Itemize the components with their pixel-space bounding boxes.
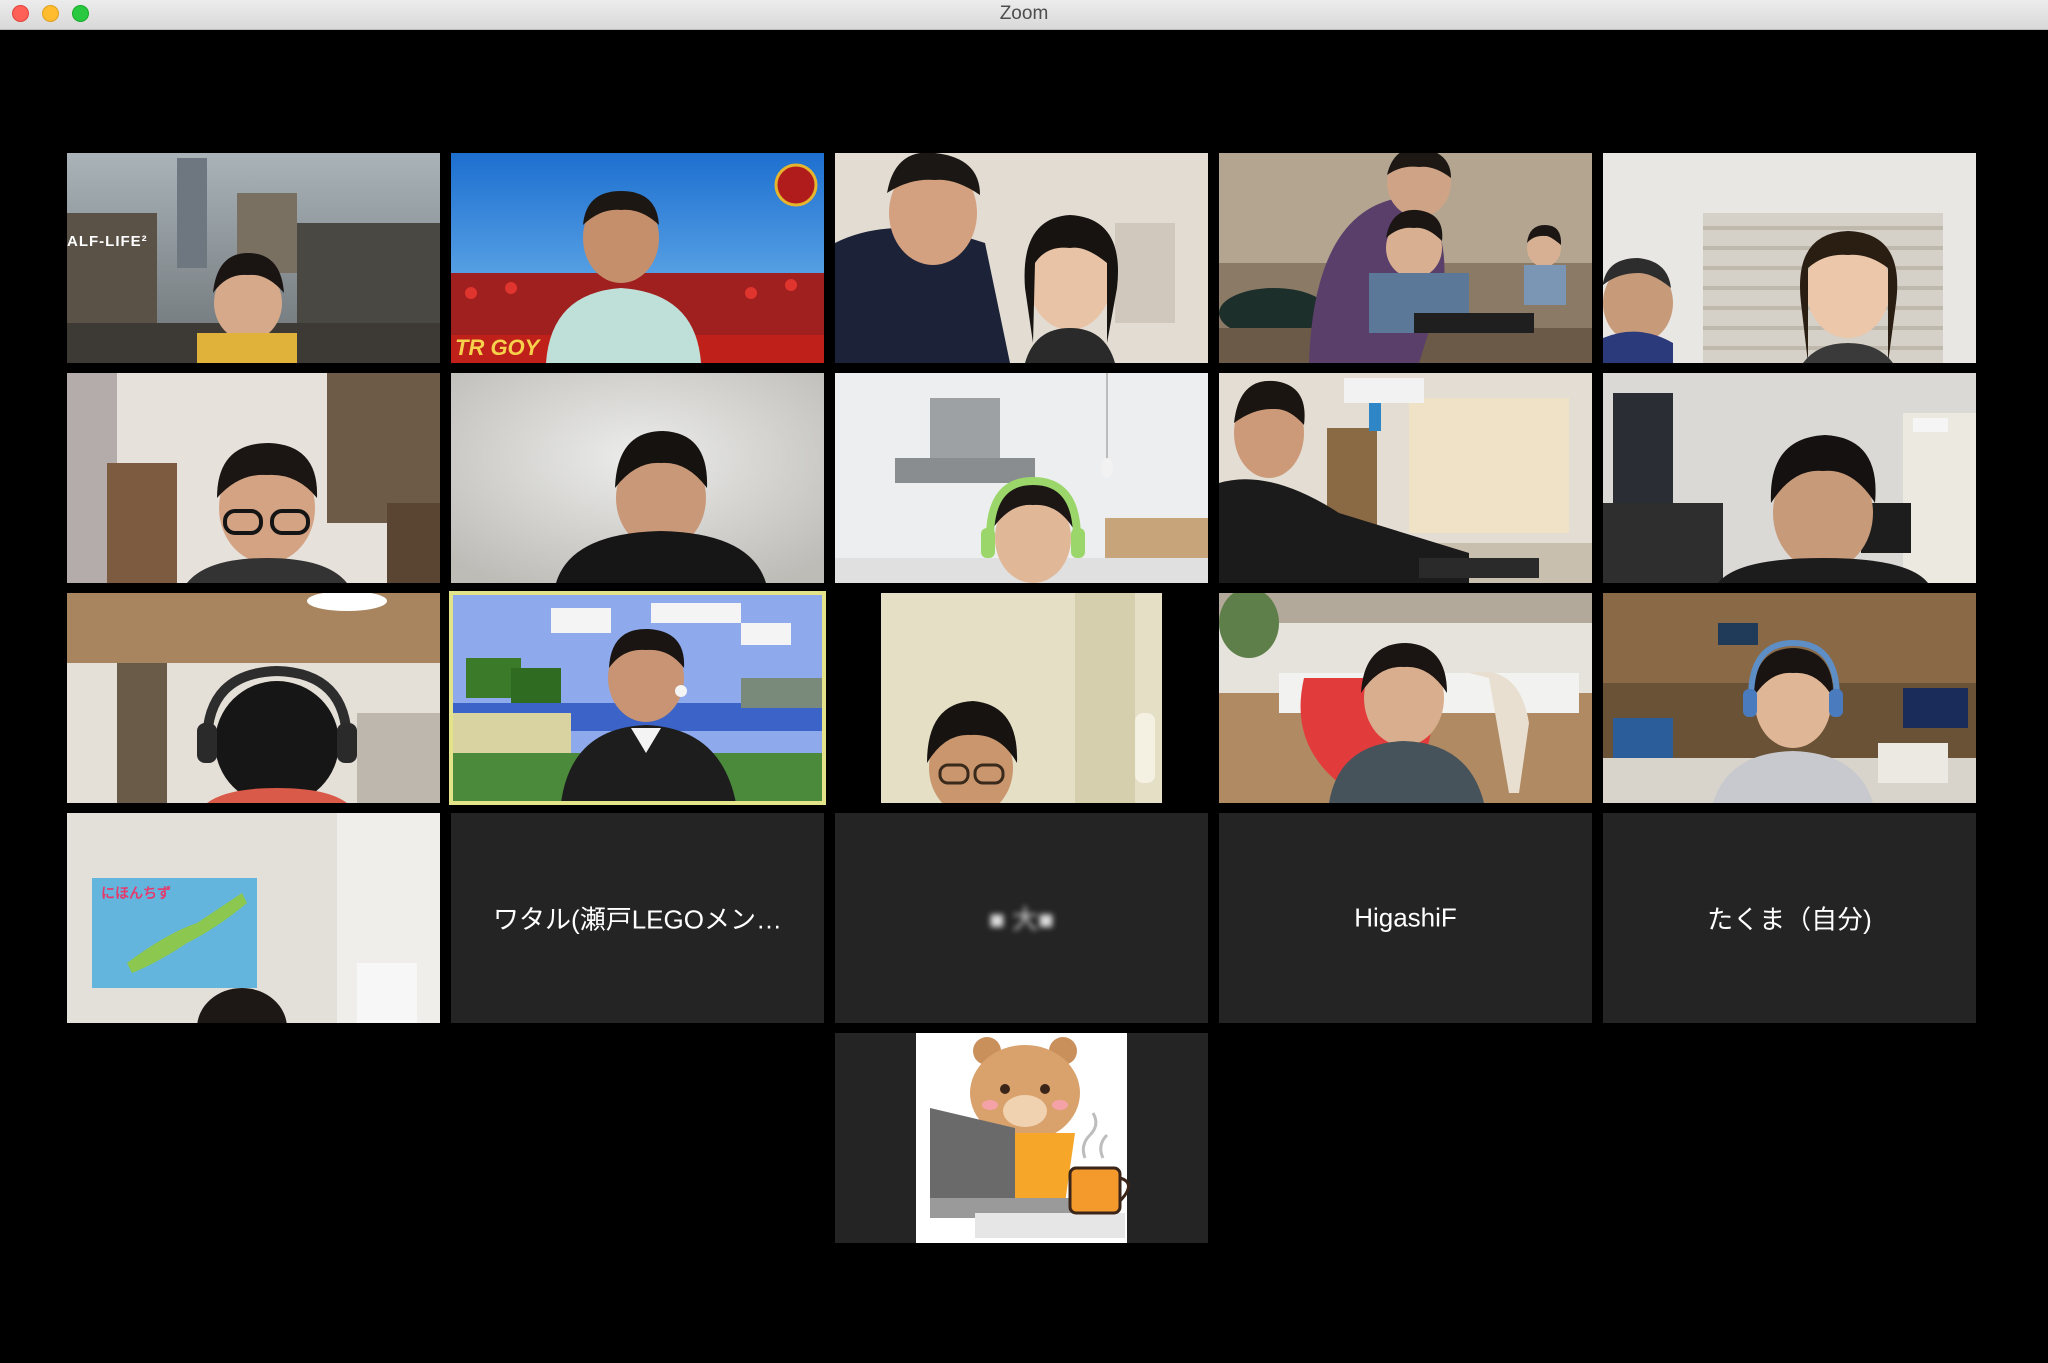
participant-name-blurred: ■ 大■	[989, 904, 1054, 935]
bear-laptop-avatar-icon	[916, 1033, 1130, 1243]
window-titlebar: Zoom	[0, 0, 2048, 30]
video-tile-p10[interactable]	[1603, 373, 1976, 583]
video-tile-p13[interactable]	[835, 593, 1208, 803]
halflife-logo-text: ALF-LIFE²	[67, 233, 148, 250]
map-poster-title: にほんちず	[101, 885, 171, 901]
name-tile-p19[interactable]: HigashiF	[1219, 813, 1592, 1023]
video-tile-p8[interactable]	[835, 373, 1208, 583]
video-tile-p16[interactable]: にほんちず	[67, 813, 440, 1023]
participant-name: ワタル(瀬戸LEGOメン…	[493, 904, 782, 935]
video-tile-p1[interactable]: ALF-LIFE²	[67, 153, 440, 363]
video-tile-p2[interactable]: TR GOY	[451, 153, 824, 363]
video-tile-p12-active-speaker[interactable]	[449, 591, 826, 805]
avatar-tile-p21[interactable]	[835, 1033, 1208, 1243]
video-tile-p9[interactable]	[1219, 373, 1592, 583]
participant-name: たくま（自分)	[1707, 904, 1872, 935]
video-tile-p7[interactable]	[451, 373, 824, 583]
name-tile-p20[interactable]: たくま（自分)	[1603, 813, 1976, 1023]
video-tile-p4[interactable]	[1219, 153, 1592, 363]
video-tile-p6[interactable]	[67, 373, 440, 583]
video-tile-p14[interactable]	[1219, 593, 1592, 803]
video-tile-p11[interactable]	[67, 593, 440, 803]
name-tile-p17[interactable]: ワタル(瀬戸LEGOメン…	[451, 813, 824, 1023]
name-tile-p18[interactable]: ■ 大■	[835, 813, 1208, 1023]
participant-name: HigashiF	[1354, 902, 1457, 933]
video-tile-p15[interactable]	[1603, 593, 1976, 803]
window-title: Zoom	[999, 3, 1049, 24]
stadium-banner-text: TR GOY	[455, 335, 540, 360]
video-tile-p5[interactable]	[1603, 153, 1976, 363]
video-tile-p3[interactable]	[835, 153, 1208, 363]
